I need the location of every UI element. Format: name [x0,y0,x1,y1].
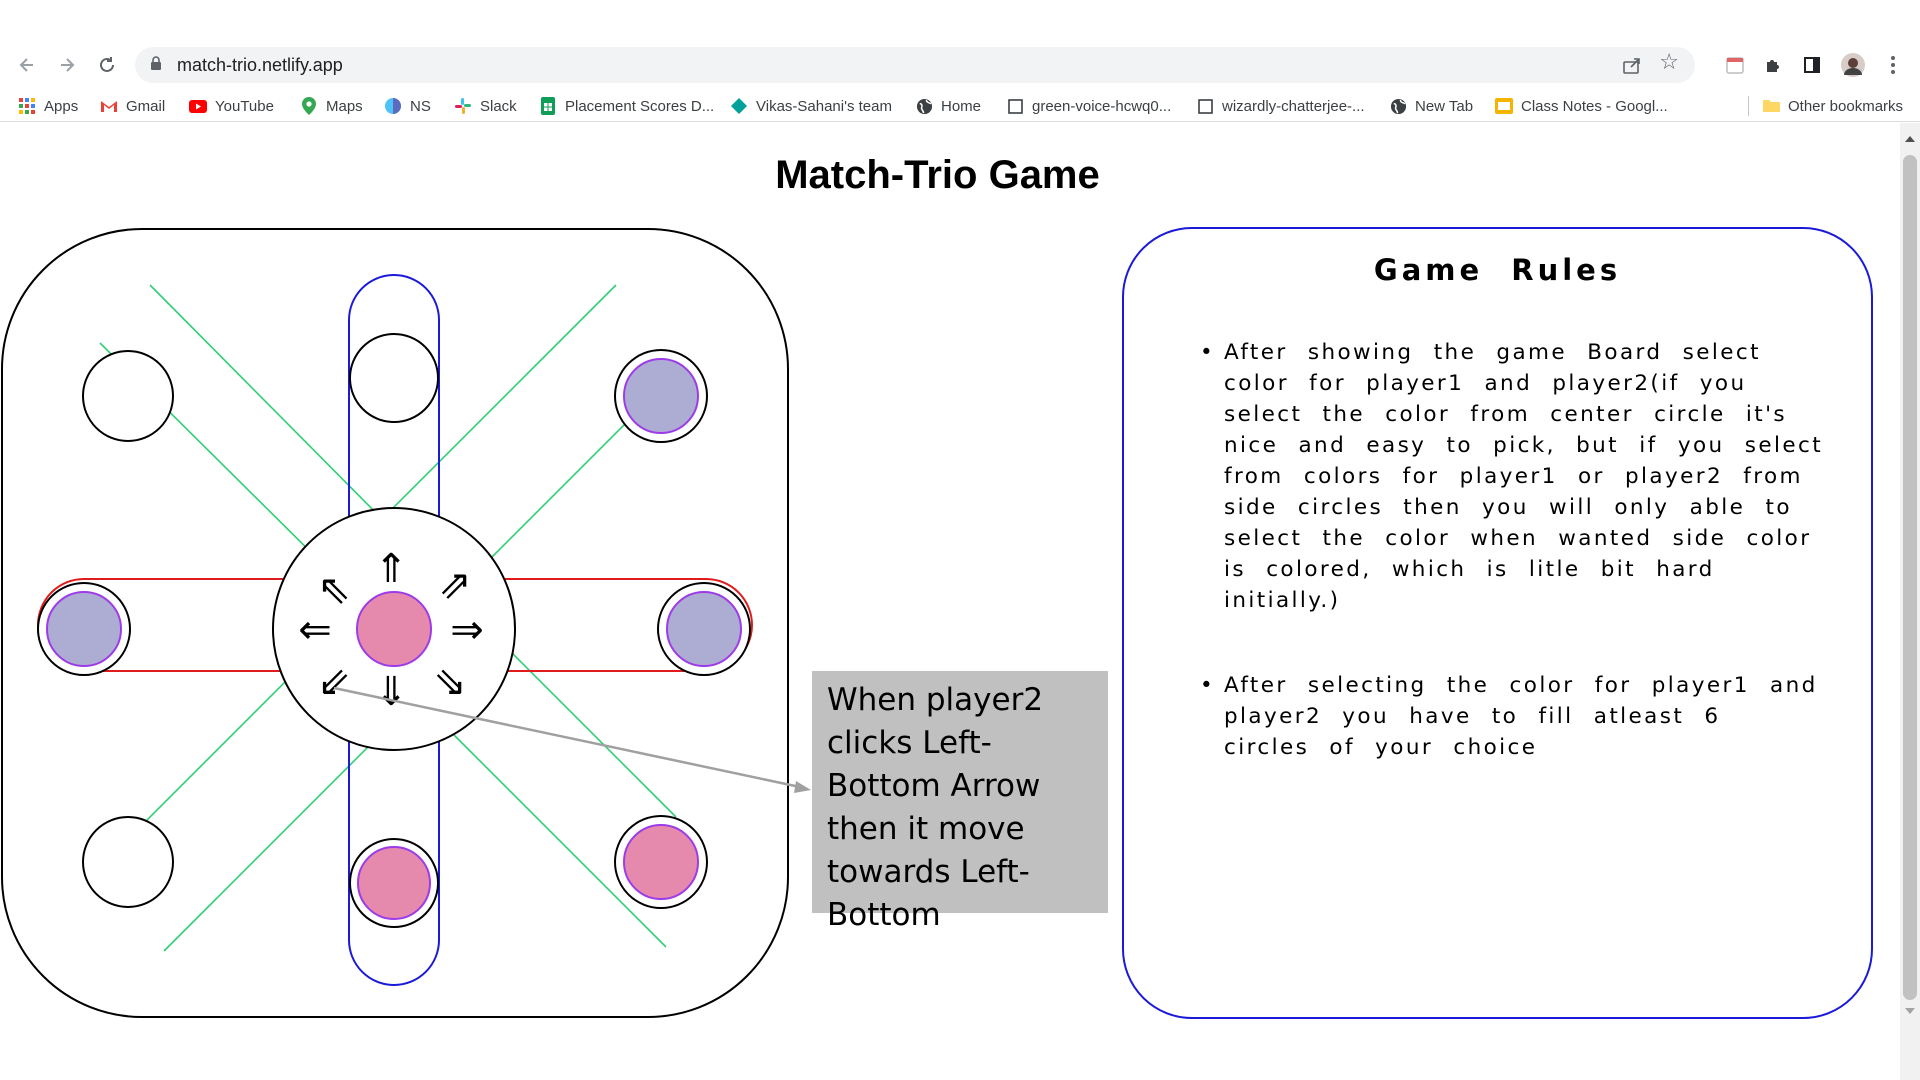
arrow-up-button[interactable]: ⇑ [374,546,408,592]
bookmark-label: Class Notes - Googl... [1521,97,1668,115]
bookmark-label: Apps [44,97,79,115]
rules-panel: Game Rules After showing the game Board … [1122,227,1873,1019]
slot-top[interactable] [349,333,439,423]
forward-arrow-icon [61,58,75,72]
other-bookmarks[interactable]: Other bookmarks [1762,94,1903,118]
bookmark-label: NS [410,97,431,115]
bookmark-label: New Tab [1415,97,1474,115]
slot-bottom-right[interactable] [614,815,708,909]
bookmark-apps[interactable]: Apps [18,94,78,118]
side-panel-icon[interactable] [1799,52,1825,78]
slot-top-left[interactable] [82,350,174,442]
slot-top-right[interactable] [614,349,708,443]
game-board: ⇑ ⇖ ⇗ ⇐ ⇒ ⇙ ⇓ ⇘ [1,228,789,1018]
diamond-icon [730,97,748,115]
other-bookmarks-label: Other bookmarks [1788,97,1904,115]
rule-item: After selecting the color for player1 an… [1200,670,1824,763]
slot-right[interactable] [657,582,751,676]
bookmark-gmail[interactable]: Gmail [100,94,165,118]
globe-icon [1389,97,1407,115]
bookmark-wizardly[interactable]: wizardly-chatterjee-... [1196,94,1365,118]
gmail-icon [100,97,118,115]
page-icon [1196,97,1214,115]
lock-icon [151,56,161,70]
bookmark-label: Home [941,97,982,115]
url-text[interactable]: match-trio.netlify.app [177,55,343,76]
arrow-down-left-button[interactable]: ⇙ [317,659,351,705]
slot-bottom[interactable] [349,838,439,928]
bookmarks-separator [1748,96,1749,116]
bookmark-ns[interactable]: NS [384,94,431,118]
slides-icon [1495,97,1513,115]
menu-kebab-icon[interactable] [1880,52,1906,78]
reload-button[interactable] [92,50,122,80]
bookmark-label: Vikas-Sahani's team [756,97,892,115]
bookmark-slack[interactable]: Slack [454,94,517,118]
bookmark-label: Slack [480,97,517,115]
arrow-down-button[interactable]: ⇓ [374,669,408,715]
chip-player2 [623,824,699,900]
share-icon[interactable] [1621,54,1643,76]
bookmark-label: green-voice-hcwq0... [1032,97,1172,115]
bookmark-class-notes[interactable]: Class Notes - Googl... [1495,94,1668,118]
chip-player2 [357,846,431,920]
puzzle-extensions-icon[interactable] [1760,52,1786,78]
maps-pin-icon [300,97,318,115]
bookmark-home[interactable]: Home [915,94,981,118]
profile-avatar[interactable] [1840,52,1866,78]
chip-player1 [623,358,699,434]
arrow-left-button[interactable]: ⇐ [298,607,332,653]
bookmark-label: wizardly-chatterjee-... [1222,97,1365,115]
ns-icon [384,97,402,115]
scroll-down-arrow-icon[interactable] [1905,1008,1915,1014]
rule-item: After showing the game Board select colo… [1200,337,1824,616]
back-button[interactable] [12,50,42,80]
page-icon [1006,97,1024,115]
scroll-up-arrow-icon[interactable] [1905,136,1915,142]
arrow-right-button[interactable]: ⇒ [450,607,484,653]
bookmark-label: Gmail [126,97,166,115]
calendar-extension-icon[interactable] [1722,52,1748,78]
chip-player1 [666,591,742,667]
bookmark-label: YouTube [215,97,274,115]
bookmark-vikas-team[interactable]: Vikas-Sahani's team [730,94,892,118]
forward-button[interactable] [52,50,82,80]
page-title: Match-Trio Game [775,153,1100,197]
page-content: Match-Trio Game ⇑ ⇖ ⇗ ⇐ ⇒ ⇙ ⇓ ⇘ When pla… [0,123,1920,1080]
rules-list: After showing the game Board select colo… [1200,337,1824,817]
apps-grid-icon [18,97,36,115]
arrow-up-right-button[interactable]: ⇗ [438,562,472,608]
bookmark-star-icon[interactable]: ☆ [1659,52,1679,74]
slot-bottom-left[interactable] [82,816,174,908]
bookmark-label: Maps [326,97,363,115]
sheets-icon [539,97,557,115]
bookmark-new-tab[interactable]: New Tab [1389,94,1473,118]
bookmark-label: Placement Scores D... [565,97,715,115]
scroll-thumb[interactable] [1903,155,1917,1000]
folder-icon [1762,97,1780,115]
page-scrollbar[interactable] [1900,123,1920,1080]
slot-left[interactable] [37,582,131,676]
youtube-icon [189,97,207,115]
rules-heading: Game Rules [1373,253,1622,287]
browser-toolbar: match-trio.netlify.app ☆ [0,0,1920,87]
chip-player1 [46,591,122,667]
bookmark-green-voice[interactable]: green-voice-hcwq0... [1006,94,1171,118]
address-bar[interactable]: match-trio.netlify.app ☆ [135,47,1695,83]
center-chip-player2[interactable] [356,591,432,667]
back-arrow-icon [19,58,33,72]
globe-icon [915,97,933,115]
annotation-text: When player2 clicks Left-Bottom Arrow th… [827,682,1044,933]
bookmark-youtube[interactable]: YouTube [189,94,274,118]
reload-icon [100,57,114,72]
slack-icon [454,97,472,115]
bookmark-maps[interactable]: Maps [300,94,363,118]
arrow-down-right-button[interactable]: ⇘ [433,659,467,705]
bookmarks-bar: Apps Gmail YouTube Maps NS Slack Placeme… [0,90,1920,122]
bookmark-placement-scores[interactable]: Placement Scores D... [539,94,714,118]
annotation-callout: When player2 clicks Left-Bottom Arrow th… [812,671,1108,933]
